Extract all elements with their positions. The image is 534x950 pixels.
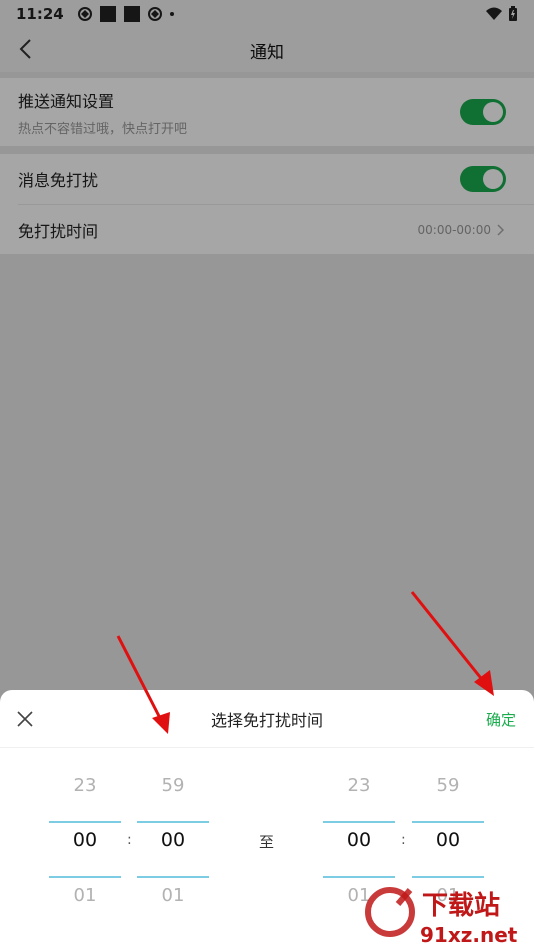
annotation-arrow-picker xyxy=(116,635,170,734)
wheel-item-prev: 59 xyxy=(436,775,460,796)
selection-line-top xyxy=(49,821,121,823)
start-minute-wheel[interactable]: 59 00 01 xyxy=(137,758,209,923)
close-icon[interactable] xyxy=(14,708,36,730)
range-separator: 至 xyxy=(259,833,275,851)
site-watermark-logo: 下载站 91xz.net xyxy=(365,887,518,947)
wheel-item-prev: 59 xyxy=(161,775,185,796)
start-colon: : xyxy=(127,832,132,848)
end-colon: : xyxy=(401,832,406,848)
selection-line-bottom xyxy=(137,876,209,878)
selection-line-top xyxy=(412,821,484,823)
watermark-brand: 下载站 xyxy=(422,891,500,921)
watermark-url: 91xz.net xyxy=(420,923,518,947)
selection-line-top xyxy=(323,821,395,823)
wheel-item-prev: 23 xyxy=(347,775,371,796)
selection-line-bottom xyxy=(323,876,395,878)
selection-line-bottom xyxy=(412,876,484,878)
selection-line-top xyxy=(137,821,209,823)
confirm-button[interactable]: 确定 xyxy=(486,709,516,730)
annotation-arrow-confirm xyxy=(410,591,494,696)
wheel-item-prev: 23 xyxy=(73,775,97,796)
selection-line-bottom xyxy=(49,876,121,878)
start-hour-wheel[interactable]: 23 00 01 xyxy=(49,758,121,923)
sheet-title: 选择免打扰时间 xyxy=(210,710,323,730)
